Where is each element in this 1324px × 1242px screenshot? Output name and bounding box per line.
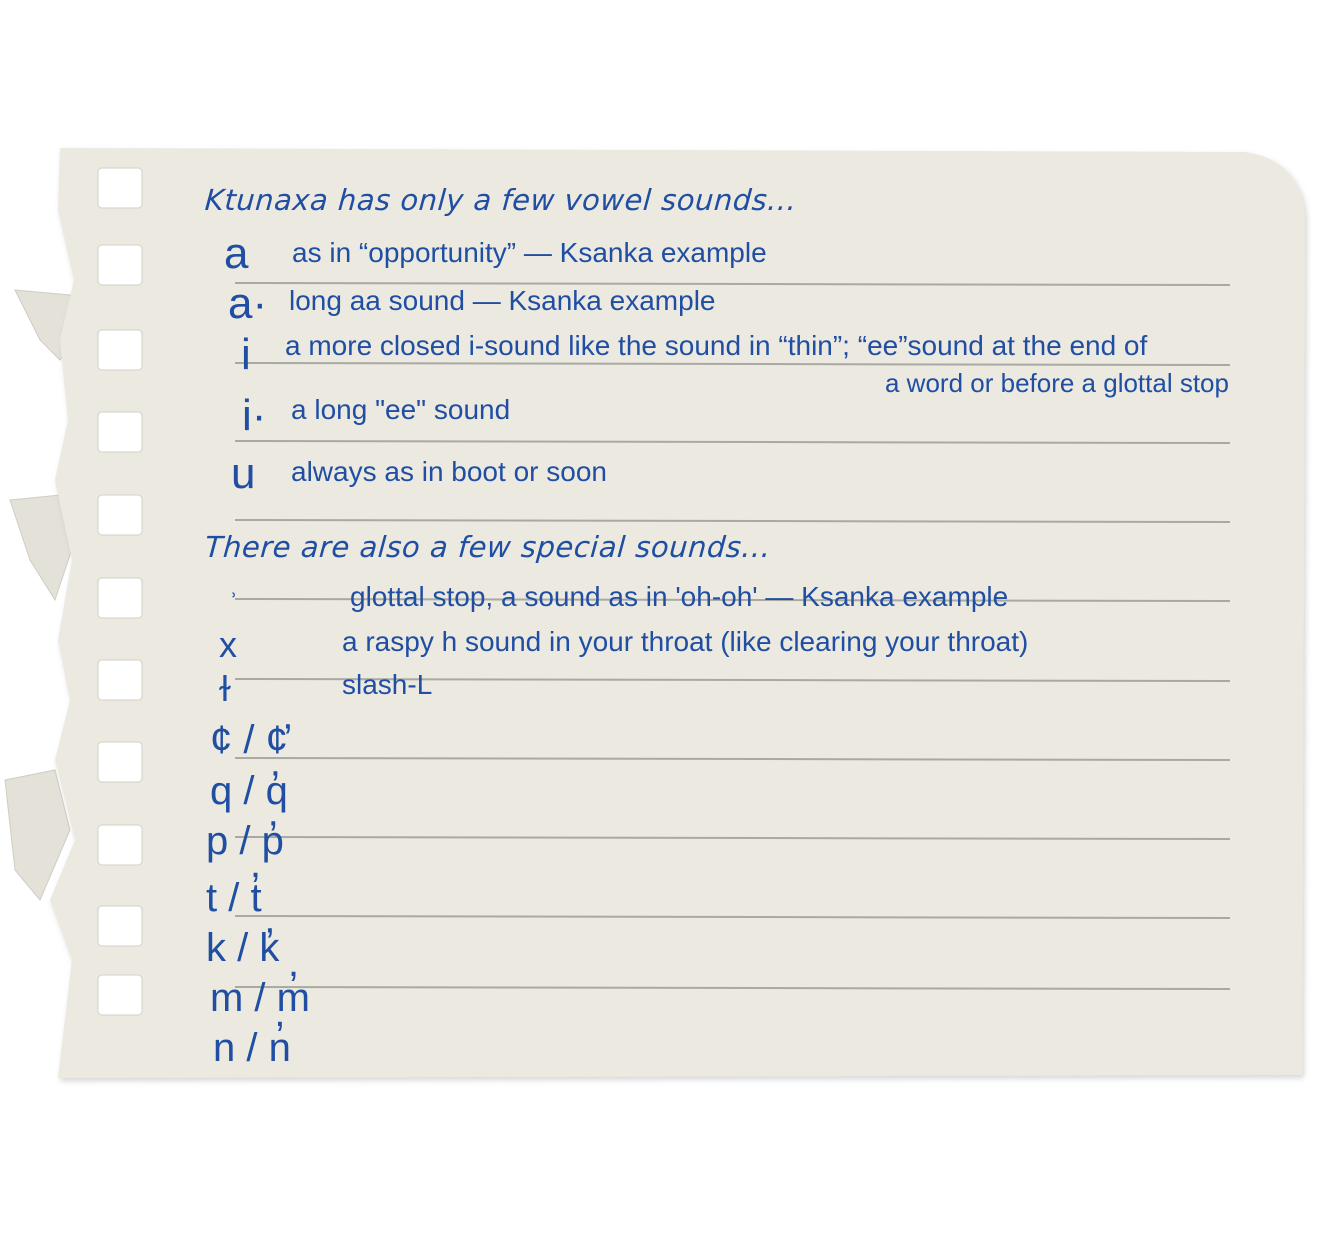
special-desc-glottal: glottal stop, a sound as in 'oh-oh' — Ks…: [350, 581, 1009, 612]
consonant-pair-q: q / q̓: [210, 769, 288, 813]
vowel-desc-i: a more closed i-sound like the sound in …: [285, 330, 1148, 361]
consonant-pair-p: p / p̓: [206, 819, 284, 863]
vowel-glyph-a: a: [224, 229, 249, 278]
vowel-desc-a: as in “opportunity” — Ksanka example: [292, 237, 767, 268]
vowel-desc-i-continued: a word or before a glottal stop: [885, 368, 1229, 398]
special-heading: There are also a few special sounds...: [203, 530, 772, 564]
special-glyph-x: x: [219, 624, 237, 665]
vowel-glyph-i-long: i·: [242, 391, 267, 440]
consonant-pair-k: k / k̓: [206, 926, 280, 970]
consonant-pair-c: ¢ / ¢̓: [210, 718, 288, 762]
vowel-desc-a-long: long aa sound — Ksanka example: [289, 285, 716, 316]
vowel-glyph-a-long: a·: [228, 279, 268, 328]
vowels-heading: Ktunaxa has only a few vowel sounds...: [203, 183, 798, 217]
consonant-pair-t: t / t̓: [206, 876, 262, 920]
consonant-pair-n: n / n̓: [213, 1026, 291, 1070]
special-desc-x: a raspy h sound in your throat (like cle…: [342, 626, 1029, 657]
vowel-desc-i-long: a long "ee" sound: [291, 394, 511, 425]
vowel-glyph-u: u: [231, 449, 256, 498]
vowel-desc-u: always as in boot or soon: [291, 456, 607, 487]
special-glyph-glottal: ʾ: [229, 588, 239, 619]
consonant-pair-m: m / m̓: [210, 976, 310, 1020]
vowel-glyph-i: i: [241, 330, 251, 379]
special-desc-slash-l: slash-L: [342, 669, 433, 700]
special-glyph-slash-l: ɫ: [219, 668, 231, 709]
